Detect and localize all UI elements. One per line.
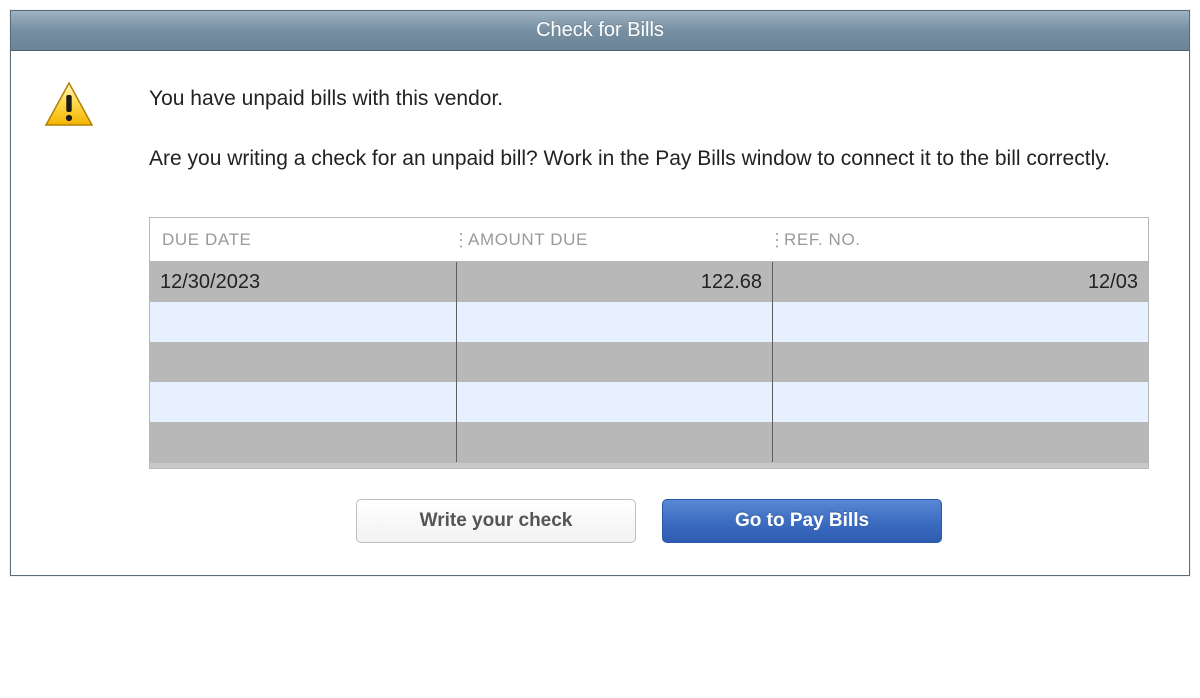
bills-table: DUE DATE ⋮ AMOUNT DUE ⋮ REF. NO.: [149, 217, 1149, 469]
cell-due-date: [150, 382, 456, 422]
dialog-titlebar: Check for Bills: [11, 11, 1189, 51]
cell-ref-no: 12/03: [772, 262, 1148, 302]
message-main: You have unpaid bills with this vendor.: [149, 87, 1149, 111]
table-row[interactable]: [150, 302, 1148, 342]
column-header-amount-due[interactable]: ⋮ AMOUNT DUE: [456, 218, 772, 261]
cell-amount-due: [456, 382, 772, 422]
dialog-window: Check for Bills: [10, 10, 1190, 576]
dialog-title: Check for Bills: [536, 19, 664, 42]
table-row[interactable]: [150, 342, 1148, 382]
table-footer-strip: [150, 462, 1148, 468]
cell-amount-due: 122.68: [456, 262, 772, 302]
table-row[interactable]: [150, 382, 1148, 422]
cell-ref-no: [772, 302, 1148, 342]
column-header-label: DUE DATE: [162, 230, 252, 250]
message-sub: Are you writing a check for an unpaid bi…: [149, 145, 1149, 173]
column-header-label: REF. NO.: [784, 230, 861, 250]
button-label: Go to Pay Bills: [735, 510, 869, 532]
column-header-label: AMOUNT DUE: [468, 230, 588, 250]
column-header-due-date[interactable]: DUE DATE: [150, 218, 456, 261]
cell-due-date: 12/30/2023: [150, 262, 456, 302]
write-your-check-button[interactable]: Write your check: [356, 499, 636, 543]
cell-ref-no: [772, 342, 1148, 382]
dialog-content: You have unpaid bills with this vendor. …: [11, 51, 1189, 575]
table-header-row: DUE DATE ⋮ AMOUNT DUE ⋮ REF. NO.: [150, 218, 1148, 262]
cell-due-date: [150, 342, 456, 382]
cell-ref-no: [772, 422, 1148, 462]
cell-due-date: [150, 302, 456, 342]
dialog-button-row: Write your check Go to Pay Bills: [149, 499, 1149, 543]
cell-ref-no: [772, 382, 1148, 422]
go-to-pay-bills-button[interactable]: Go to Pay Bills: [662, 499, 942, 543]
cell-amount-due: [456, 422, 772, 462]
table-row[interactable]: 12/30/2023 122.68 12/03: [150, 262, 1148, 302]
button-label: Write your check: [420, 510, 573, 532]
table-row[interactable]: [150, 422, 1148, 462]
table-body: 12/30/2023 122.68 12/03: [150, 262, 1148, 462]
column-header-ref-no[interactable]: ⋮ REF. NO.: [772, 218, 1148, 261]
cell-amount-due: [456, 302, 772, 342]
cell-due-date: [150, 422, 456, 462]
cell-amount-due: [456, 342, 772, 382]
warning-icon: [41, 77, 97, 127]
